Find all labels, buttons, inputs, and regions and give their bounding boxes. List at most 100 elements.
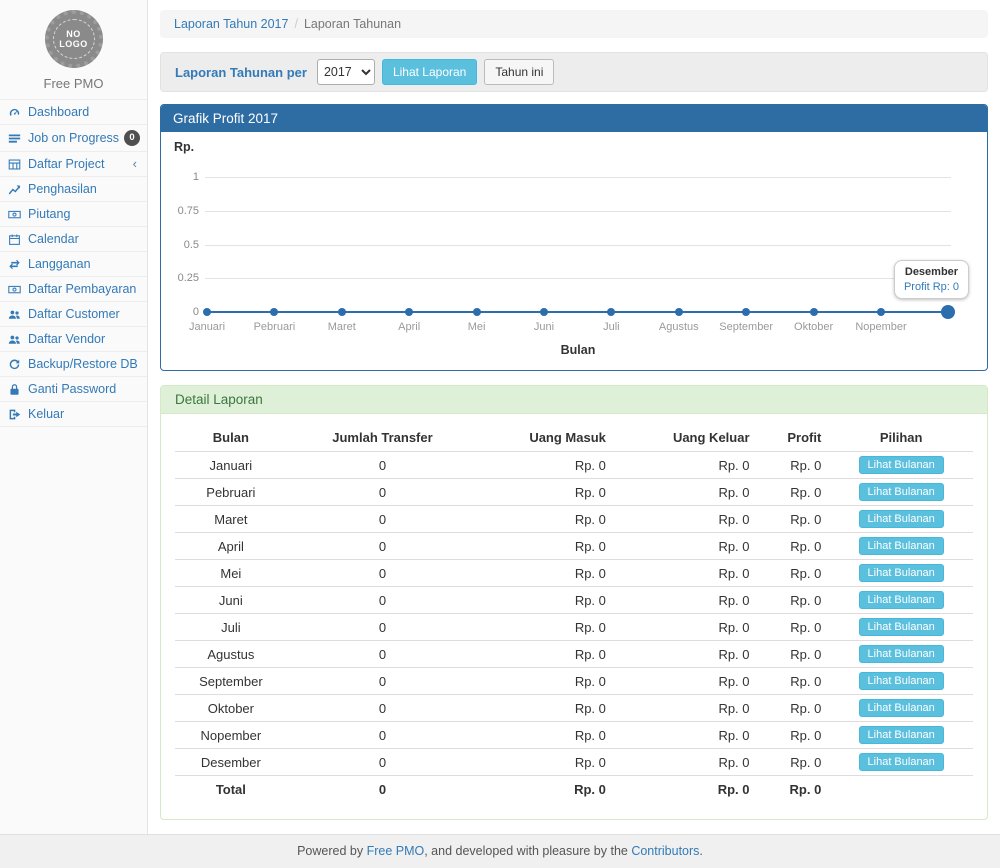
sidebar-item-penghasilan[interactable]: Penghasilan xyxy=(0,176,147,201)
data-point-pebruari[interactable] xyxy=(270,308,278,316)
sidebar-item-piutang[interactable]: Piutang xyxy=(0,201,147,226)
table-row: Agustus0Rp. 0Rp. 0Rp. 0Lihat Bulanan xyxy=(175,641,973,668)
table-row: Desember0Rp. 0Rp. 0Rp. 0Lihat Bulanan xyxy=(175,749,973,776)
table-row: Mei0Rp. 0Rp. 0Rp. 0Lihat Bulanan xyxy=(175,560,973,587)
x-tick-label: Nopember xyxy=(841,321,921,333)
data-point-juni[interactable] xyxy=(540,308,548,316)
free-pmo-link[interactable]: Free PMO xyxy=(367,844,425,858)
table-cell: Rp. 0 xyxy=(758,506,830,533)
table-cell: Rp. 0 xyxy=(758,668,830,695)
tahun-ini-button[interactable]: Tahun ini xyxy=(484,59,554,85)
table-cell: Rp. 0 xyxy=(758,533,830,560)
lihat-bulanan-button[interactable]: Lihat Bulanan xyxy=(859,456,944,474)
sidebar-item-daftar-project[interactable]: Daftar Project ‹ xyxy=(0,151,147,176)
table-cell: 0 xyxy=(287,614,479,641)
chart-tooltip: DesemberProfit Rp: 0 xyxy=(894,260,969,299)
table-row: April0Rp. 0Rp. 0Rp. 0Lihat Bulanan xyxy=(175,533,973,560)
table-row: Juni0Rp. 0Rp. 0Rp. 0Lihat Bulanan xyxy=(175,587,973,614)
users-icon xyxy=(8,333,23,346)
table-cell-action: Lihat Bulanan xyxy=(829,479,973,506)
lihat-bulanan-button[interactable]: Lihat Bulanan xyxy=(859,591,944,609)
table-cell: Rp. 0 xyxy=(758,452,830,479)
lihat-bulanan-button[interactable]: Lihat Bulanan xyxy=(859,483,944,501)
table-cell: Rp. 0 xyxy=(614,506,758,533)
table-cell: Mei xyxy=(175,560,287,587)
table-cell: 0 xyxy=(287,533,479,560)
table-total-row: Total0Rp. 0Rp. 0Rp. 0 xyxy=(175,776,973,802)
year-select[interactable]: 2017 xyxy=(317,59,375,85)
table-cell-action: Lihat Bulanan xyxy=(829,668,973,695)
data-point-juli[interactable] xyxy=(607,308,615,316)
sidebar-item-label: Piutang xyxy=(28,207,139,221)
sidebar-item-daftar-vendor[interactable]: Daftar Vendor xyxy=(0,326,147,351)
table-cell: 0 xyxy=(287,695,479,722)
table-cell: Rp. 0 xyxy=(614,533,758,560)
lihat-bulanan-button[interactable]: Lihat Bulanan xyxy=(859,726,944,744)
sidebar-item-keluar[interactable]: Keluar xyxy=(0,401,147,427)
sidebar-item-label: Daftar Pembayaran xyxy=(28,282,139,296)
data-point-agustus[interactable] xyxy=(675,308,683,316)
table-cell-action: Lihat Bulanan xyxy=(829,695,973,722)
lihat-laporan-button[interactable]: Lihat Laporan xyxy=(382,59,477,85)
table-cell: Rp. 0 xyxy=(758,560,830,587)
data-point-oktober[interactable] xyxy=(810,308,818,316)
sidebar-item-daftar-customer[interactable]: Daftar Customer xyxy=(0,301,147,326)
lihat-bulanan-button[interactable]: Lihat Bulanan xyxy=(859,672,944,690)
lihat-bulanan-button[interactable]: Lihat Bulanan xyxy=(859,699,944,717)
sidebar-item-backup-restore-db[interactable]: Backup/Restore DB xyxy=(0,351,147,376)
contributors-link[interactable]: Contributors xyxy=(631,844,699,858)
table-cell: Rp. 0 xyxy=(758,479,830,506)
column-header: Bulan xyxy=(175,424,287,452)
total-cell: Rp. 0 xyxy=(758,776,830,802)
logo-text: NO LOGO xyxy=(53,19,95,59)
table-cell: Rp. 0 xyxy=(758,641,830,668)
sidebar-item-langganan[interactable]: Langganan xyxy=(0,251,147,276)
sign-out-icon xyxy=(8,408,23,421)
data-point-september[interactable] xyxy=(742,308,750,316)
data-point-januari[interactable] xyxy=(203,308,211,316)
total-cell: Total xyxy=(175,776,287,802)
data-point-mei[interactable] xyxy=(473,308,481,316)
lihat-bulanan-button[interactable]: Lihat Bulanan xyxy=(859,645,944,663)
sidebar-item-calendar[interactable]: Calendar xyxy=(0,226,147,251)
lihat-bulanan-button[interactable]: Lihat Bulanan xyxy=(859,510,944,528)
table-cell-action: Lihat Bulanan xyxy=(829,587,973,614)
table-cell: Maret xyxy=(175,506,287,533)
report-panel: Detail Laporan BulanJumlah TransferUang … xyxy=(160,385,988,820)
sidebar-item-label: Langganan xyxy=(28,257,139,271)
sidebar-item-label: Daftar Project xyxy=(28,157,128,171)
table-cell: 0 xyxy=(287,452,479,479)
y-tick-label: 1 xyxy=(161,171,199,183)
footer: Powered by Free PMO, and developed with … xyxy=(0,834,1000,868)
report-table: BulanJumlah TransferUang MasukUang Kelua… xyxy=(175,424,973,801)
sidebar-item-job-on-progress[interactable]: Job on Progress0 xyxy=(0,124,147,151)
sidebar-item-label: Backup/Restore DB xyxy=(28,357,139,371)
data-point-maret[interactable] xyxy=(338,308,346,316)
breadcrumb-link[interactable]: Laporan Tahun 2017 xyxy=(174,17,288,31)
lihat-bulanan-button[interactable]: Lihat Bulanan xyxy=(859,753,944,771)
sidebar-item-ganti-password[interactable]: Ganti Password xyxy=(0,376,147,401)
table-cell: April xyxy=(175,533,287,560)
table-row: Maret0Rp. 0Rp. 0Rp. 0Lihat Bulanan xyxy=(175,506,973,533)
data-point-nopember[interactable] xyxy=(877,308,885,316)
table-cell-action: Lihat Bulanan xyxy=(829,722,973,749)
sidebar-item-daftar-pembayaran[interactable]: Daftar Pembayaran xyxy=(0,276,147,301)
sidebar-item-dashboard[interactable]: Dashboard xyxy=(0,99,147,124)
dashboard-icon xyxy=(8,106,23,119)
job-count-badge: 0 xyxy=(124,130,140,146)
table-cell: Pebruari xyxy=(175,479,287,506)
table-cell: Rp. 0 xyxy=(614,560,758,587)
table-cell: 0 xyxy=(287,749,479,776)
y-axis-title: Rp. xyxy=(174,140,194,154)
table-cell: Rp. 0 xyxy=(758,695,830,722)
lihat-bulanan-button[interactable]: Lihat Bulanan xyxy=(859,537,944,555)
table-cell: Rp. 0 xyxy=(758,614,830,641)
lihat-bulanan-button[interactable]: Lihat Bulanan xyxy=(859,564,944,582)
chevron-left-icon: ‹ xyxy=(133,159,139,169)
lihat-bulanan-button[interactable]: Lihat Bulanan xyxy=(859,618,944,636)
table-cell-action: Lihat Bulanan xyxy=(829,506,973,533)
no-logo-seal: NO LOGO xyxy=(45,10,103,68)
data-point-april[interactable] xyxy=(405,308,413,316)
breadcrumb-separator: / xyxy=(294,17,297,31)
data-point-desember[interactable] xyxy=(941,305,955,319)
